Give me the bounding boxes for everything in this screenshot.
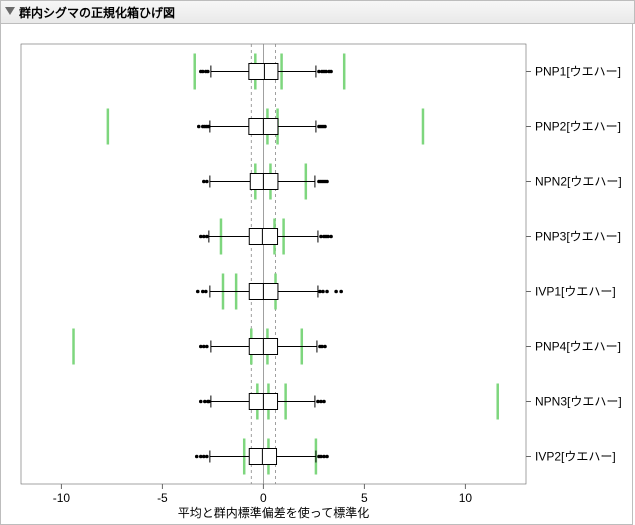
svg-text:-10: -10: [53, 491, 71, 505]
panel-header[interactable]: 群内シグマの正規化箱ひげ図: [0, 0, 635, 24]
boxplot-chart: -10 -5 0 5 10 平均と群内標準偏差を使って標準化 PNP1[ウエハー] PNP2[…: [0, 24, 633, 525]
svg-text:NPN3[ウエハー]: NPN3[ウエハー]: [535, 395, 622, 409]
svg-text:平均と群内標準偏差を使って標準化: 平均と群内標準偏差を使って標準化: [178, 505, 369, 520]
disclosure-triangle-icon[interactable]: [5, 7, 15, 17]
svg-text:0: 0: [260, 491, 267, 505]
svg-text:PNP3[ウエハー]: PNP3[ウエハー]: [535, 230, 621, 244]
svg-text:PNP1[ウエハー]: PNP1[ウエハー]: [535, 65, 621, 79]
panel-title: 群内シグマの正規化箱ひげ図: [19, 4, 175, 21]
svg-text:PNP2[ウエハー]: PNP2[ウエハー]: [535, 120, 621, 134]
svg-text:IVP2[ウエハー]: IVP2[ウエハー]: [535, 450, 616, 464]
svg-text:-5: -5: [157, 491, 168, 505]
svg-text:IVP1[ウエハー]: IVP1[ウエハー]: [535, 285, 616, 299]
svg-text:NPN2[ウエハー]: NPN2[ウエハー]: [535, 175, 622, 189]
svg-text:10: 10: [459, 491, 473, 505]
svg-text:PNP4[ウエハー]: PNP4[ウエハー]: [535, 340, 621, 354]
svg-text:5: 5: [361, 491, 368, 505]
